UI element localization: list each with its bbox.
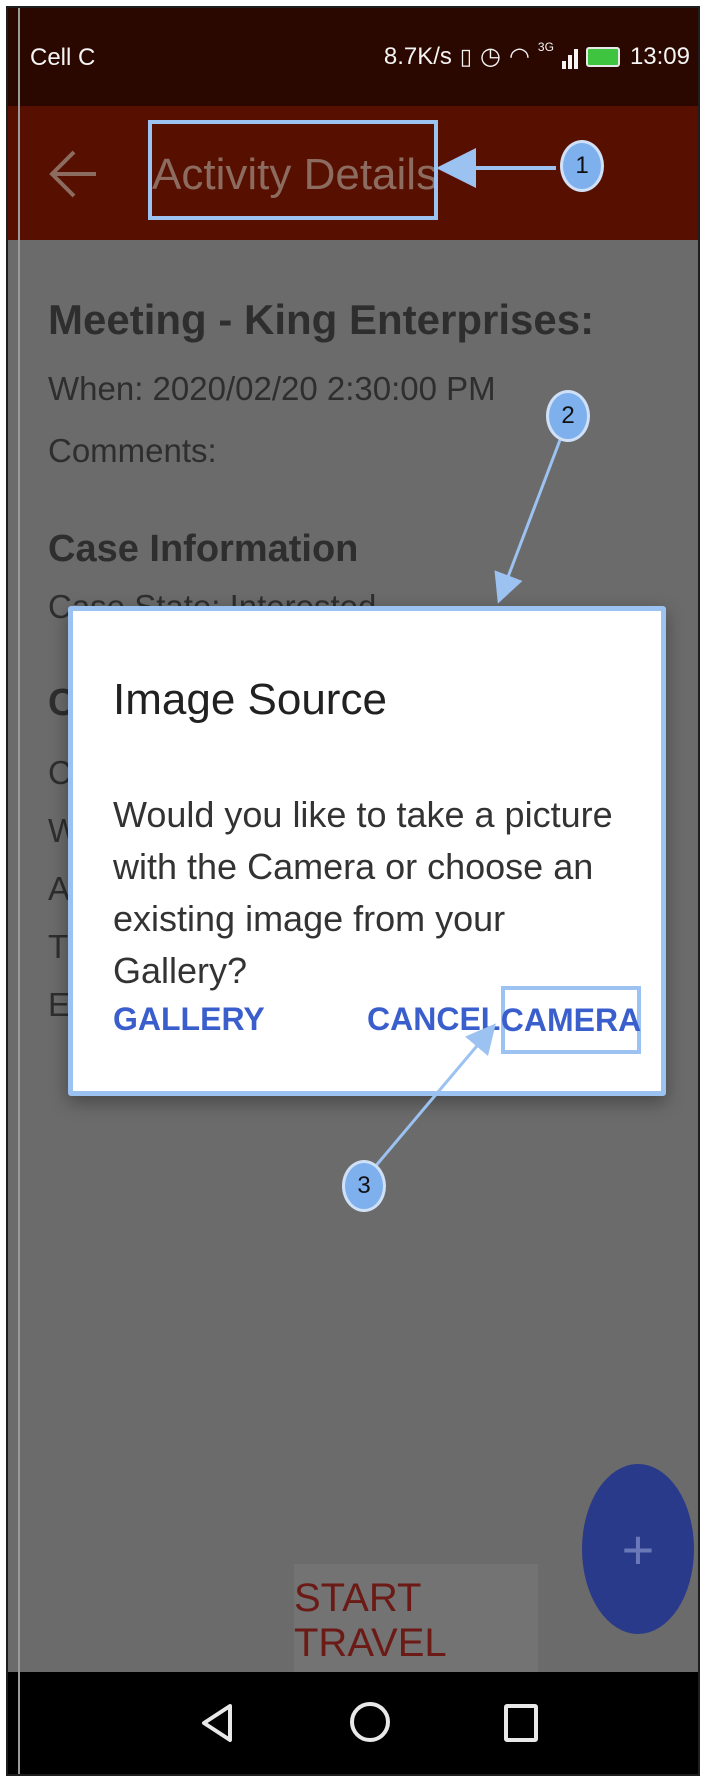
cancel-button[interactable]: CANCEL (367, 1001, 500, 1038)
activity-when: When: 2020/02/20 2:30:00 PM (48, 370, 496, 407)
annotation-title-highlight (148, 120, 438, 220)
recents-square-icon[interactable] (504, 1704, 538, 1742)
vibrate-icon: ▯ (459, 43, 473, 69)
dialog-message: Would you like to take a picture with th… (113, 794, 613, 991)
alarm-icon: ◷ (480, 43, 501, 70)
system-nav-bar (8, 1672, 698, 1774)
gallery-button[interactable]: GALLERY (113, 1001, 265, 1038)
wifi-icon: ◠ (508, 43, 530, 70)
back-arrow-icon[interactable] (44, 146, 100, 202)
annotation-marker: 3 (342, 1160, 386, 1212)
activity-title: Meeting - King Enterprises: (48, 296, 595, 343)
back-triangle-icon[interactable] (198, 1702, 234, 1744)
network-speed: 8.7K/s (383, 42, 452, 70)
case-heading: Case Information (48, 528, 359, 570)
home-circle-icon[interactable] (350, 1702, 390, 1742)
signal-icon (561, 45, 578, 69)
annotation-marker: 1 (560, 140, 604, 192)
phone-screen: Cell C 8.7K/s ▯ ◷ ◠ 3G 13:09 Activity De… (6, 6, 700, 1776)
status-bar: Cell C 8.7K/s ▯ ◷ ◠ 3G 13:09 (8, 8, 698, 106)
annotation-marker: 2 (546, 390, 590, 442)
clock: 13:09 (629, 42, 690, 70)
image-source-dialog: Image Source Would you like to take a pi… (68, 606, 666, 1096)
carrier-name: Cell C (30, 44, 96, 71)
network-type: 3G (537, 39, 554, 54)
partial-line: T (48, 928, 69, 965)
camera-button[interactable]: CAMERA (501, 986, 641, 1054)
dialog-title: Image Source (113, 675, 387, 724)
battery-icon (585, 46, 620, 67)
start-travel-button[interactable]: START TRAVEL (294, 1564, 538, 1678)
arrow-2 (494, 439, 562, 604)
activity-comments: Comments: (48, 432, 217, 469)
status-icons: 8.7K/s ▯ ◷ ◠ 3G 13:09 (383, 39, 690, 71)
partial-line: A (48, 870, 71, 907)
add-fab-button[interactable]: + (582, 1464, 694, 1634)
plus-icon: + (621, 1517, 655, 1581)
partial-line: E (48, 986, 71, 1023)
